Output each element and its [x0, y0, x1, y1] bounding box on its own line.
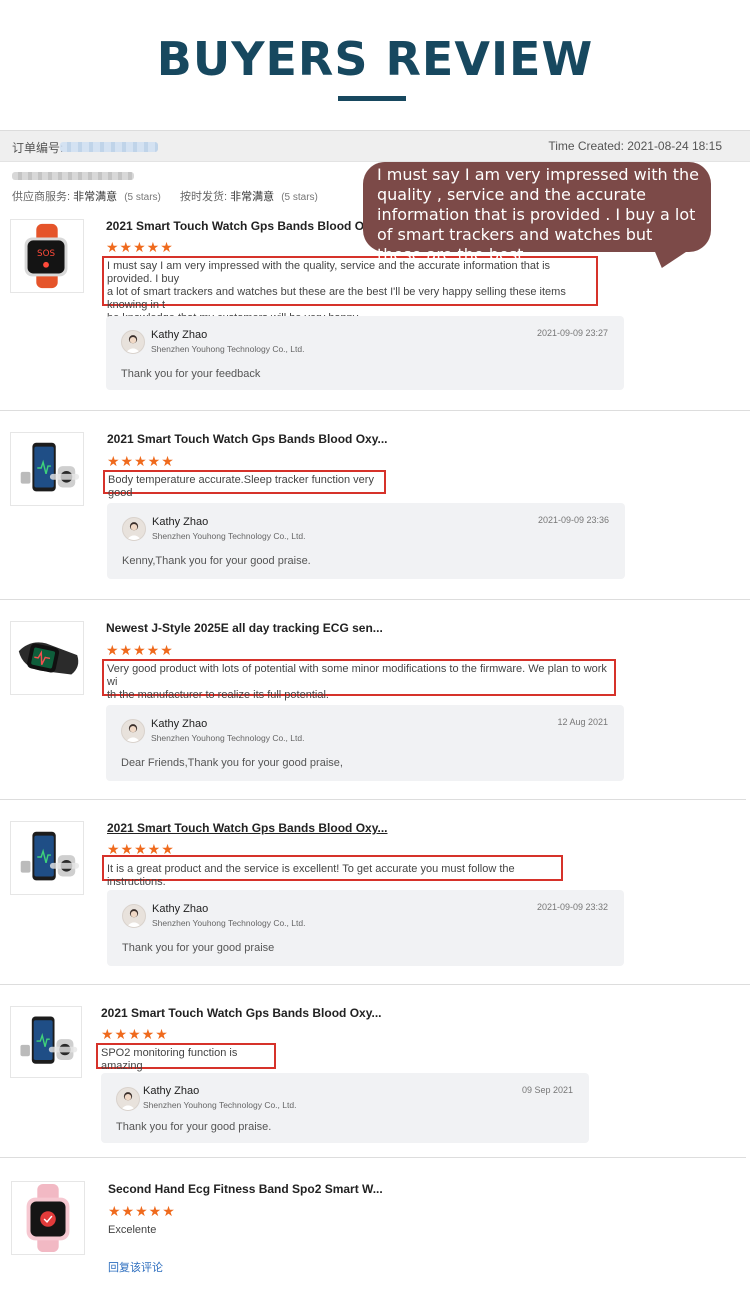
title-underline	[338, 96, 406, 101]
reply-company: Shenzhen Youhong Technology Co., Ltd.	[152, 531, 306, 541]
divider	[0, 984, 750, 985]
seller-reply: Kathy Zhao Shenzhen Youhong Technology C…	[107, 890, 624, 966]
review-text-highlighted: I must say I am very impressed with the …	[102, 256, 598, 324]
phone-and-watch-icon	[20, 442, 80, 492]
reply-company: Shenzhen Youhong Technology Co., Ltd.	[151, 733, 305, 743]
phone-and-watch-icon	[20, 831, 80, 881]
reply-company: Shenzhen Youhong Technology Co., Ltd.	[151, 344, 305, 354]
product-thumbnail[interactable]	[11, 1181, 85, 1255]
review-text-highlighted: It is a great product and the service is…	[102, 855, 563, 888]
star-rating: ★★★★★	[101, 1026, 169, 1042]
review-text-highlighted: SPO2 monitoring function is amazing	[96, 1043, 276, 1072]
on-time-shipping-rating: 按时发货: 非常满意 (5 stars)	[180, 191, 318, 203]
avatar	[121, 719, 145, 743]
review-text-highlighted: Body temperature accurate.Sleep tracker …	[103, 470, 386, 499]
avatar	[122, 517, 146, 541]
seller-reply: Kathy Zhao Shenzhen Youhong Technology C…	[107, 503, 625, 579]
divider	[0, 799, 746, 800]
blurred-text	[12, 172, 134, 180]
reply-date: 09 Sep 2021	[521, 1085, 573, 1095]
svg-text:SOS: SOS	[37, 249, 55, 259]
reply-to-review-link[interactable]: 回复该评论	[108, 1259, 163, 1275]
product-title[interactable]: 2021 Smart Touch Watch Gps Bands Blood O…	[107, 432, 388, 446]
reply-author: Kathy Zhao	[152, 903, 209, 915]
star-rating: ★★★★★	[107, 453, 175, 469]
order-info-bar: 订单编号: Time Created: 2021-08-24 18:15	[0, 130, 750, 162]
reply-company: Shenzhen Youhong Technology Co., Ltd.	[143, 1100, 297, 1110]
black-ecg-band-icon	[18, 642, 79, 675]
star-rating: ★★★★★	[106, 642, 174, 658]
callout-bubble: I must say I am very impressed with the …	[363, 162, 711, 264]
reply-date: 2021-09-09 23:32	[536, 902, 608, 912]
reply-message: Thank you for your feedback	[121, 368, 261, 380]
reply-author: Kathy Zhao	[152, 516, 209, 528]
order-number-blurred	[60, 142, 158, 152]
reply-message: Thank you for your good praise	[122, 942, 275, 954]
seller-reply: Kathy Zhao Shenzhen Youhong Technology C…	[106, 705, 624, 781]
orange-smartwatch-sos-icon: SOS	[24, 223, 68, 289]
seller-reply: Kathy Zhao Shenzhen Youhong Technology C…	[101, 1073, 589, 1143]
supplier-service-rating: 供应商服务: 非常满意 (5 stars)	[12, 191, 161, 203]
avatar	[122, 904, 146, 928]
reply-date: 12 Aug 2021	[557, 717, 608, 727]
reply-author: Kathy Zhao	[151, 329, 208, 341]
product-title[interactable]: 2021 Smart Touch Watch Gps Bands Blood O…	[101, 1006, 382, 1020]
star-rating: ★★★★★	[108, 1203, 176, 1219]
order-number-label: 订单编号:	[12, 141, 64, 155]
divider	[0, 410, 750, 411]
review-text: Excelente	[108, 1224, 157, 1236]
reply-date: 2021-09-09 23:36	[537, 515, 609, 525]
page-title: BUYERS REVIEW	[156, 32, 594, 86]
star-rating: ★★★★★	[106, 239, 174, 255]
phone-and-watch-icon	[20, 1016, 78, 1064]
reply-author: Kathy Zhao	[143, 1085, 200, 1097]
divider	[0, 1157, 746, 1158]
pink-smartwatch-icon	[26, 1183, 70, 1253]
product-title-link[interactable]: 2021 Smart Touch Watch Gps Bands Blood O…	[107, 821, 388, 835]
product-title[interactable]: 2021 Smart Touch Watch Gps Bands Blood O…	[106, 219, 387, 233]
reply-date: 2021-09-09 23:27	[536, 328, 608, 338]
reply-message: Thank you for your good praise.	[116, 1121, 272, 1133]
seller-reply: Kathy Zhao Shenzhen Youhong Technology C…	[106, 316, 624, 390]
divider	[0, 599, 750, 600]
reply-message: Kenny,Thank you for your good praise.	[122, 555, 311, 567]
review-text-highlighted: Very good product with lots of potential…	[102, 659, 616, 701]
reply-company: Shenzhen Youhong Technology Co., Ltd.	[152, 918, 306, 928]
product-thumbnail[interactable]	[10, 621, 84, 695]
product-title[interactable]: Second Hand Ecg Fitness Band Spo2 Smart …	[108, 1182, 383, 1196]
reply-author: Kathy Zhao	[151, 718, 208, 730]
product-thumbnail[interactable]: SOS	[10, 219, 84, 293]
product-thumbnail[interactable]	[10, 821, 84, 895]
product-thumbnail[interactable]	[10, 1006, 82, 1078]
product-title[interactable]: Newest J-Style 2025E all day tracking EC…	[106, 621, 383, 635]
time-created: Time Created: 2021-08-24 18:15	[548, 139, 722, 153]
avatar	[116, 1087, 140, 1111]
star-rating: ★★★★★	[107, 841, 175, 857]
product-thumbnail[interactable]	[10, 432, 84, 506]
reply-message: Dear Friends,Thank you for your good pra…	[121, 757, 343, 769]
avatar	[121, 330, 145, 354]
